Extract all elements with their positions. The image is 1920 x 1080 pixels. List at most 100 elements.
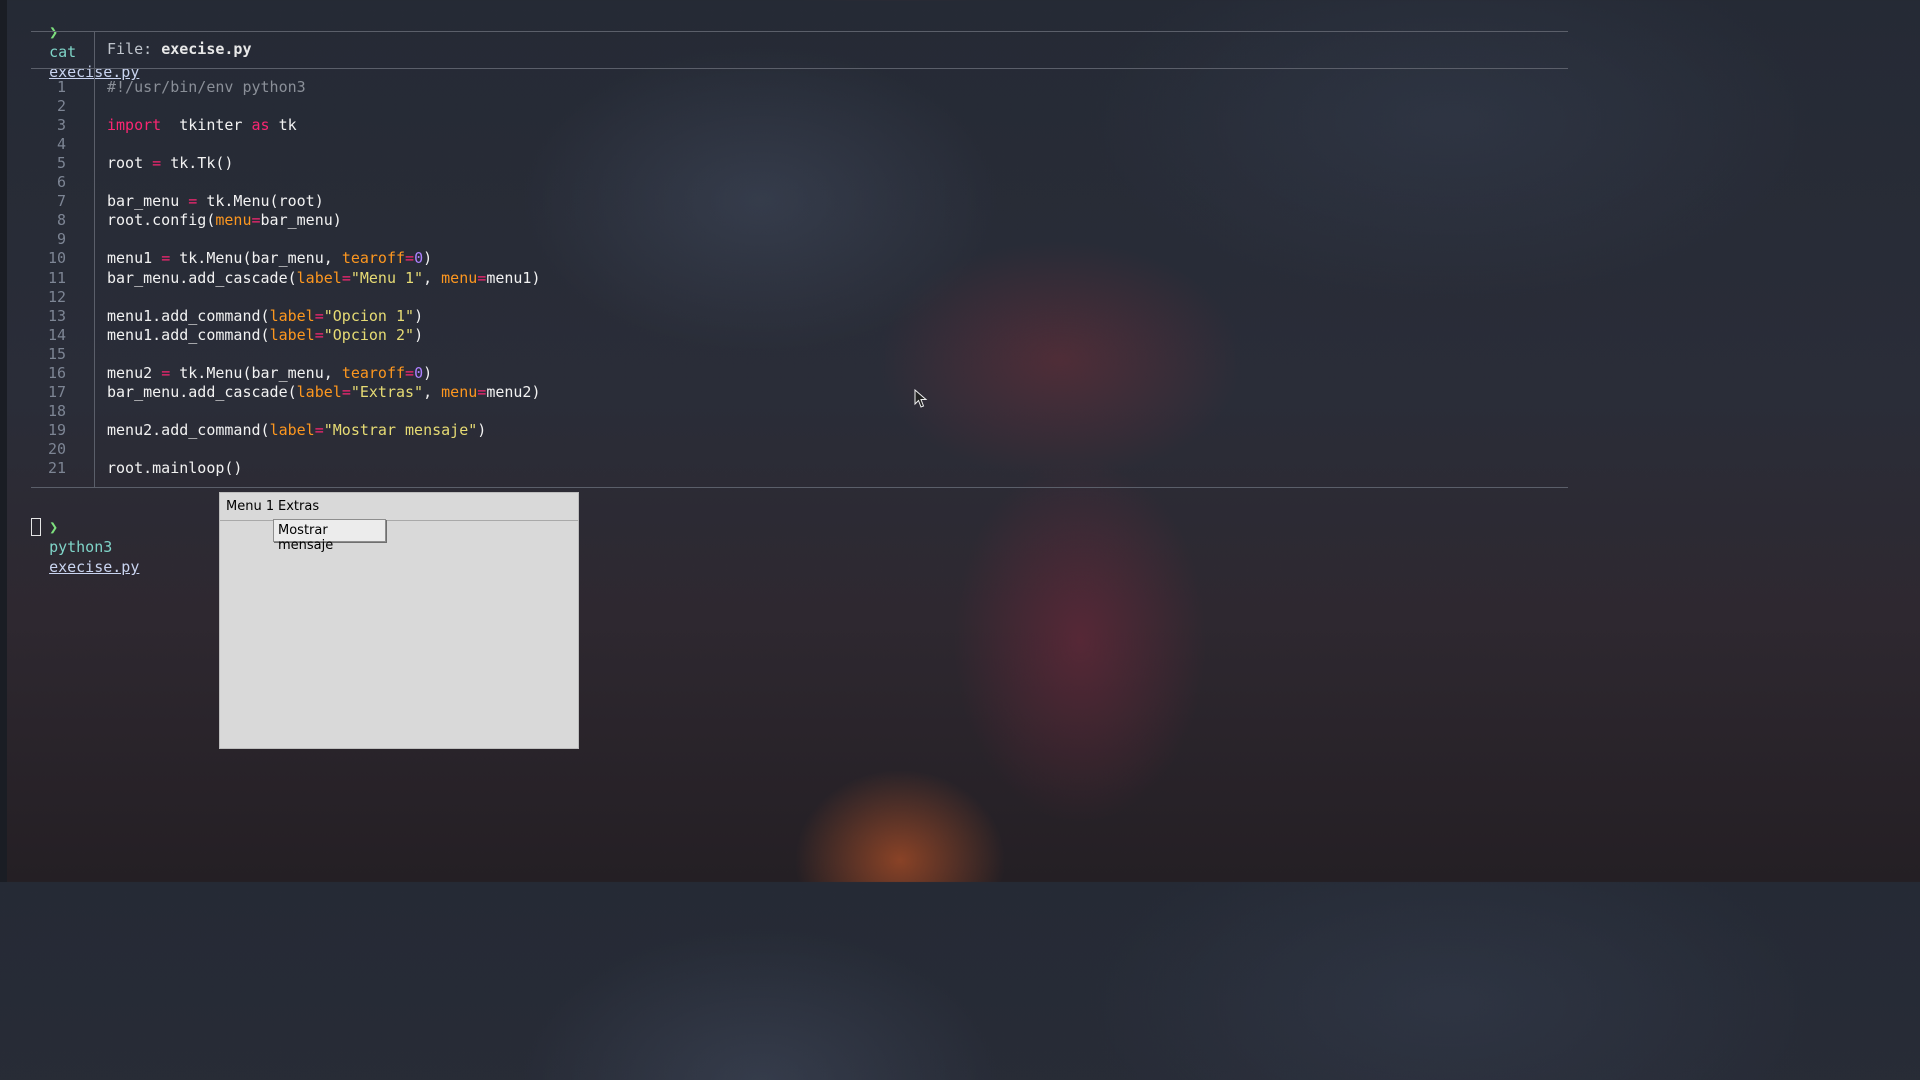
code-token: 0 <box>414 364 424 382</box>
prompt-arrow-icon: ❯ <box>49 518 59 536</box>
mostrar-mensaje-menu-item[interactable]: Mostrar mensaje <box>278 523 385 553</box>
prompt-line-python: ❯ python3 execise.py <box>31 497 139 576</box>
code-token: "Menu 1" <box>350 269 424 287</box>
header-bottom-rule <box>31 68 1568 69</box>
code-token: tk.Menu(root) <box>197 192 324 210</box>
menu-extras-button[interactable]: Extras <box>278 499 319 515</box>
code-token: bar_menu <box>107 192 189 210</box>
tk-app-window[interactable]: Menu 1 Extras Mostrar mensaje <box>219 492 579 749</box>
code-token: = <box>477 269 487 287</box>
code-line: root.mainloop() <box>107 459 242 478</box>
code-token: , <box>423 269 442 287</box>
code-token: bar_menu) <box>260 211 342 229</box>
code-token: root.config( <box>107 211 216 229</box>
code-token: ) <box>414 326 424 344</box>
line-number: 1 <box>56 78 66 96</box>
extras-dropdown: Mostrar mensaje <box>273 519 386 553</box>
code-token: "Opcion 1" <box>323 307 415 325</box>
code-line: menu1.add_command(label="Opcion 1") <box>107 307 423 326</box>
code-token: label <box>296 269 342 287</box>
command-python3: python3 <box>49 538 113 556</box>
code-token: ) <box>423 249 433 267</box>
code-token: menu2 <box>107 364 162 382</box>
menu-1-button[interactable]: Menu 1 <box>226 499 274 515</box>
code-token: #!/usr/bin/env python3 <box>107 78 306 96</box>
code-token: "Opcion 2" <box>323 326 415 344</box>
code-token: = <box>477 383 487 401</box>
code-token: as <box>251 116 270 134</box>
code-token: = <box>161 364 171 382</box>
code-token: menu1) <box>486 269 541 287</box>
code-token: 0 <box>414 249 424 267</box>
line-number: 13 <box>47 307 66 325</box>
window-left-edge <box>0 0 7 882</box>
code-token: root <box>107 154 153 172</box>
code-token: "Extras" <box>350 383 424 401</box>
code-line: bar_menu.add_cascade(label="Menu 1", men… <box>107 269 541 288</box>
line-number: 16 <box>47 364 66 382</box>
line-number: 18 <box>47 402 66 420</box>
file-header: File: execise.py <box>107 40 252 58</box>
file-header-label: File: <box>107 40 153 58</box>
code-line: menu1 = tk.Menu(bar_menu, tearoff=0) <box>107 249 432 268</box>
code-token: ) <box>477 421 487 439</box>
code-token: = <box>161 249 171 267</box>
line-number: 19 <box>47 421 66 439</box>
code-token: menu2) <box>486 383 541 401</box>
code-line: menu1.add_command(label="Opcion 2") <box>107 326 423 345</box>
line-number: 3 <box>56 116 66 134</box>
line-number: 21 <box>47 459 66 477</box>
code-line: bar_menu = tk.Menu(root) <box>107 192 324 211</box>
code-token: tk <box>269 116 297 134</box>
file-header-name: execise.py <box>161 40 252 58</box>
mouse-pointer-icon <box>914 388 928 413</box>
command-arg-file[interactable]: execise.py <box>49 558 139 576</box>
line-number: 14 <box>47 326 66 344</box>
code-token: menu <box>441 383 478 401</box>
code-token: , <box>423 383 442 401</box>
line-number: 4 <box>56 135 66 153</box>
code-token: menu2.add_command( <box>107 421 270 439</box>
code-token: = <box>188 192 198 210</box>
code-token: ) <box>423 364 433 382</box>
code-token: = <box>405 364 415 382</box>
code-token: = <box>314 307 324 325</box>
code-line: #!/usr/bin/env python3 <box>107 78 306 97</box>
line-number: 8 <box>56 211 66 229</box>
header-top-rule <box>31 31 1568 32</box>
code-token: tearoff <box>341 364 406 382</box>
code-token: bar_menu.add_cascade( <box>107 269 297 287</box>
code-line: import tkinter as tk <box>107 116 297 135</box>
prompt-line-cat: ❯ cat execise.py <box>31 2 139 81</box>
code-token: label <box>269 421 315 439</box>
code-token: = <box>405 249 415 267</box>
code-line: root.config(menu=bar_menu) <box>107 211 342 230</box>
code-token: menu <box>441 269 478 287</box>
code-token: tk.Menu(bar_menu, <box>170 249 342 267</box>
terminal-cursor <box>31 518 41 536</box>
line-number: 5 <box>56 154 66 172</box>
prompt-arrow-icon: ❯ <box>49 23 59 41</box>
code-token: tk.Tk() <box>161 154 234 172</box>
code-line: menu2.add_command(label="Mostrar mensaje… <box>107 421 486 440</box>
code-token: import <box>107 116 162 134</box>
code-token: root.mainloop() <box>107 459 243 477</box>
code-token: menu1 <box>107 249 162 267</box>
code-line: menu2 = tk.Menu(bar_menu, tearoff=0) <box>107 364 432 383</box>
code-token: tk.Menu(bar_menu, <box>170 364 342 382</box>
line-number: 6 <box>56 173 66 191</box>
code-token: = <box>341 269 351 287</box>
tk-menubar: Menu 1 Extras <box>220 493 578 521</box>
gutter-divider <box>94 31 95 487</box>
line-number: 10 <box>47 249 66 267</box>
line-number: 7 <box>56 192 66 210</box>
code-token: = <box>152 154 162 172</box>
code-token: "Mostrar mensaje" <box>323 421 478 439</box>
code-token: label <box>269 307 315 325</box>
code-token: ) <box>414 307 424 325</box>
line-number: 9 <box>56 230 66 248</box>
code-token: tearoff <box>341 249 406 267</box>
listing-bottom-rule <box>31 487 1568 488</box>
line-number: 12 <box>47 288 66 306</box>
code-line: bar_menu.add_cascade(label="Extras", men… <box>107 383 541 402</box>
